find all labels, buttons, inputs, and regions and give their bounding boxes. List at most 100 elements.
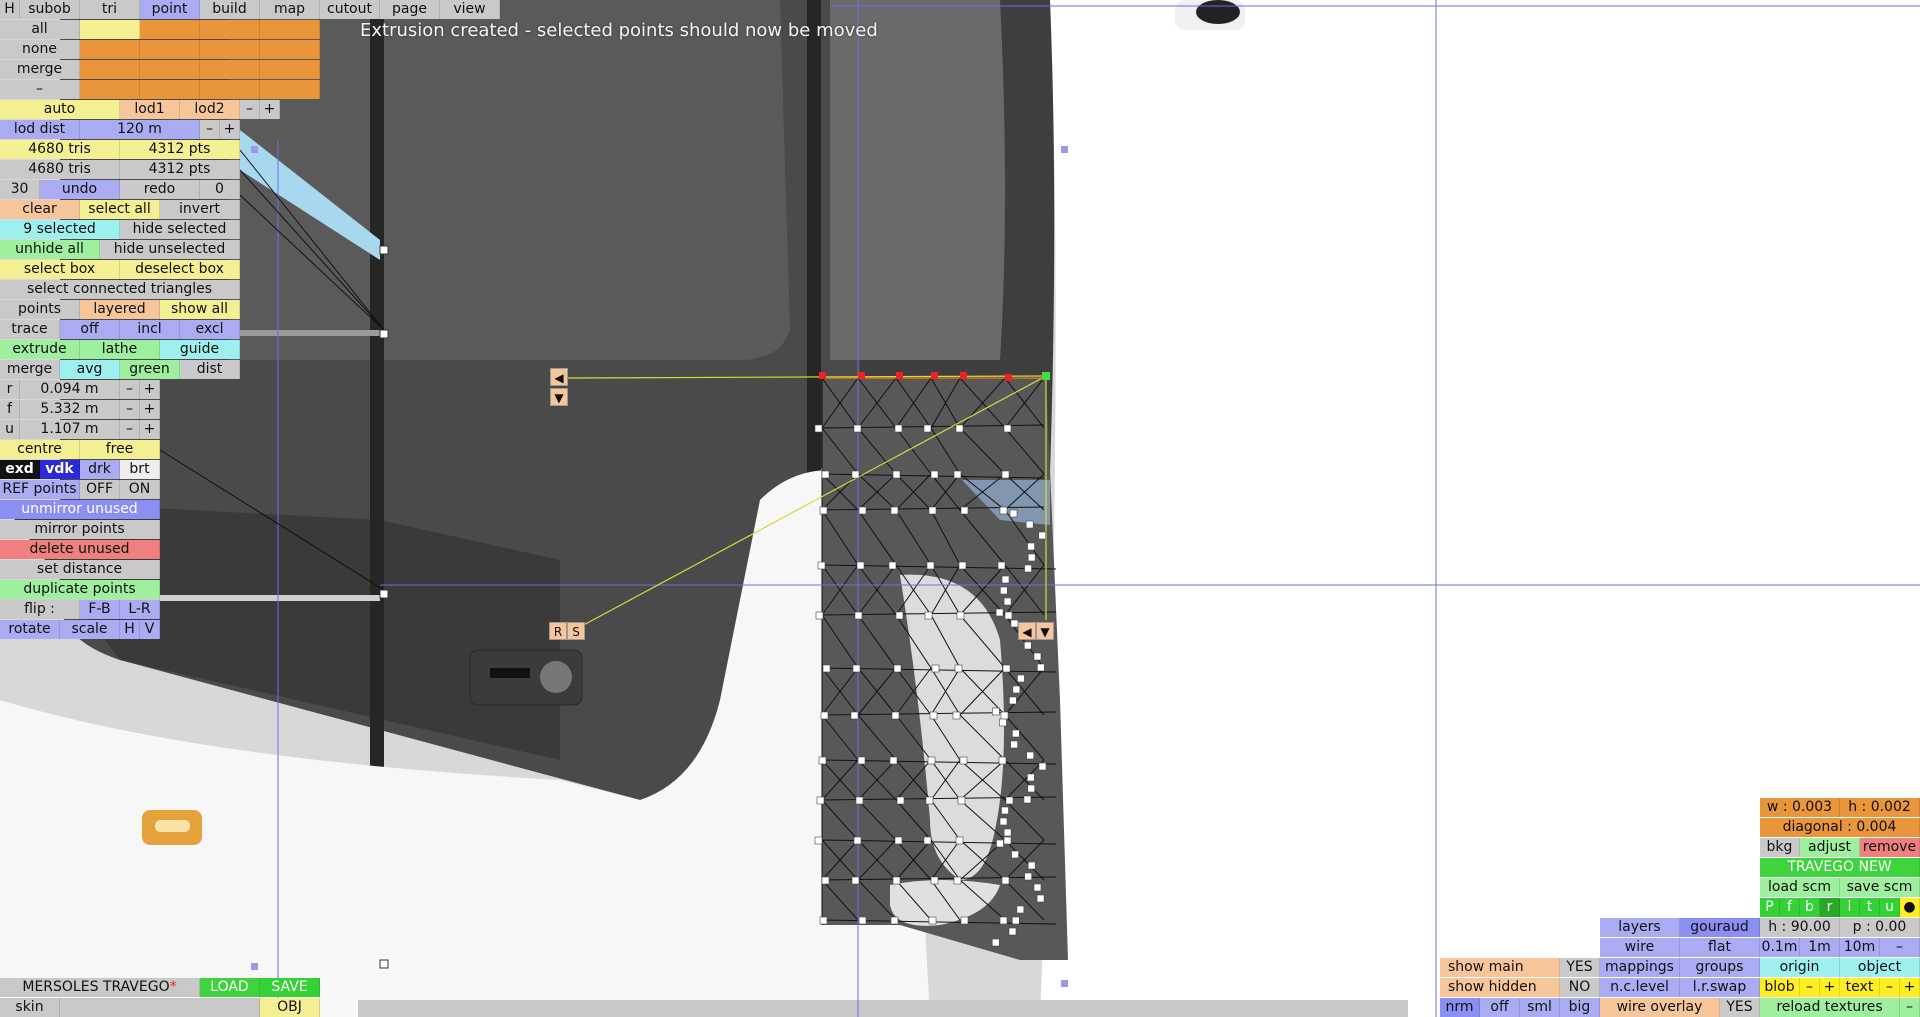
blob-button[interactable]: blob bbox=[1760, 978, 1800, 997]
v-button-transform[interactable]: V bbox=[140, 620, 160, 639]
view-f-button[interactable]: f bbox=[1780, 898, 1800, 917]
wire-overlay-toggle[interactable]: YES bbox=[1720, 998, 1760, 1017]
big-button[interactable]: big bbox=[1560, 998, 1600, 1017]
origin-button[interactable]: origin bbox=[1760, 958, 1840, 977]
tab-view[interactable]: view bbox=[440, 0, 500, 19]
sml-button[interactable]: sml bbox=[1520, 998, 1560, 1017]
layer-cell[interactable] bbox=[260, 20, 320, 39]
layer-cell[interactable] bbox=[80, 60, 140, 79]
layer-minus-button[interactable]: – bbox=[0, 80, 80, 99]
object-button[interactable]: object bbox=[1840, 958, 1920, 977]
r-minus-button[interactable]: – bbox=[120, 380, 140, 399]
undo-button[interactable]: undo bbox=[40, 180, 120, 199]
unmirror-unused-button[interactable]: unmirror unused bbox=[0, 500, 160, 519]
skin-field[interactable] bbox=[60, 998, 260, 1017]
flip-lr-button[interactable]: L-R bbox=[120, 600, 160, 619]
green-button[interactable]: green bbox=[120, 360, 180, 379]
free-button[interactable]: free bbox=[80, 440, 160, 459]
h-button-transform[interactable]: H bbox=[120, 620, 140, 639]
f-value[interactable]: 5.332 m bbox=[20, 400, 120, 419]
view-dot-button[interactable]: ● bbox=[1900, 898, 1920, 917]
move-down-handle-2[interactable]: ▼ bbox=[1036, 622, 1054, 640]
layer-cell[interactable] bbox=[260, 80, 320, 99]
rotate-button[interactable]: rotate bbox=[0, 620, 60, 639]
grid-10m-button[interactable]: 10m bbox=[1840, 938, 1880, 957]
view-t-button[interactable]: t bbox=[1860, 898, 1880, 917]
nc-level-button[interactable]: n.c.level bbox=[1600, 978, 1680, 997]
layered-button[interactable]: layered bbox=[80, 300, 160, 319]
lod-minus-button[interactable]: – bbox=[240, 100, 260, 119]
off-button[interactable]: off bbox=[1480, 998, 1520, 1017]
lathe-button[interactable]: lathe bbox=[80, 340, 160, 359]
guide-button[interactable]: guide bbox=[160, 340, 240, 359]
set-distance-button[interactable]: set distance bbox=[0, 560, 160, 579]
view-l-button[interactable]: l bbox=[1840, 898, 1860, 917]
rotate-handle[interactable]: R bbox=[549, 622, 567, 640]
centre-button[interactable]: centre bbox=[0, 440, 80, 459]
show-all-button[interactable]: show all bbox=[160, 300, 240, 319]
tab-map[interactable]: map bbox=[260, 0, 320, 19]
view-u-button[interactable]: u bbox=[1880, 898, 1900, 917]
move-down-handle[interactable]: ▼ bbox=[550, 388, 568, 406]
save-button[interactable]: SAVE bbox=[260, 978, 320, 997]
lod-dist-minus-button[interactable]: – bbox=[200, 120, 220, 139]
drk-button[interactable]: drk bbox=[80, 460, 120, 479]
groups-button[interactable]: groups bbox=[1680, 958, 1760, 977]
tab-page[interactable]: page bbox=[380, 0, 440, 19]
nrm-button[interactable]: nrm bbox=[1440, 998, 1480, 1017]
text-button[interactable]: text bbox=[1840, 978, 1880, 997]
layer-cell[interactable] bbox=[260, 40, 320, 59]
lr-swap-button[interactable]: l.r.swap bbox=[1680, 978, 1760, 997]
h-button[interactable]: H bbox=[0, 0, 20, 19]
move-left-handle-2[interactable]: ◀ bbox=[1018, 622, 1036, 640]
invert-button[interactable]: invert bbox=[160, 200, 240, 219]
scale-handle[interactable]: S bbox=[567, 622, 585, 640]
bkg-button[interactable]: bkg bbox=[1760, 838, 1800, 857]
show-hidden-toggle[interactable]: NO bbox=[1560, 978, 1600, 997]
layer-cell[interactable] bbox=[200, 20, 260, 39]
scale-button[interactable]: scale bbox=[60, 620, 120, 639]
avg-button[interactable]: avg bbox=[60, 360, 120, 379]
brt-button[interactable]: brt bbox=[120, 460, 160, 479]
r-plus-button[interactable]: + bbox=[140, 380, 160, 399]
u-plus-button[interactable]: + bbox=[140, 420, 160, 439]
tab-subob[interactable]: subob bbox=[20, 0, 80, 19]
load-button[interactable]: LOAD bbox=[200, 978, 260, 997]
mirror-points-button[interactable]: mirror points bbox=[0, 520, 160, 539]
p-angle-readout[interactable]: p : 0.00 bbox=[1840, 918, 1920, 937]
exd-button[interactable]: exd bbox=[0, 460, 40, 479]
lod1-button[interactable]: lod1 bbox=[120, 100, 180, 119]
select-all-button[interactable]: select all bbox=[80, 200, 160, 219]
grid-1m-button[interactable]: 1m bbox=[1800, 938, 1840, 957]
f-minus-button[interactable]: – bbox=[120, 400, 140, 419]
layer-cell[interactable] bbox=[80, 20, 140, 39]
wire-button[interactable]: wire bbox=[1600, 938, 1680, 957]
flip-fb-button[interactable]: F-B bbox=[80, 600, 120, 619]
layer-cell[interactable] bbox=[140, 80, 200, 99]
extrude-button[interactable]: extrude bbox=[0, 340, 80, 359]
text-plus-button[interactable]: + bbox=[1900, 978, 1920, 997]
lod-auto-button[interactable]: auto bbox=[0, 100, 120, 119]
h-angle-readout[interactable]: h : 90.00 bbox=[1760, 918, 1840, 937]
layer-cell[interactable] bbox=[140, 20, 200, 39]
deselect-box-button[interactable]: deselect box bbox=[120, 260, 240, 279]
layer-cell[interactable] bbox=[200, 40, 260, 59]
vdk-button[interactable]: vdk bbox=[40, 460, 80, 479]
lod-plus-button[interactable]: + bbox=[260, 100, 280, 119]
layer-cell[interactable] bbox=[200, 60, 260, 79]
blob-plus-button[interactable]: + bbox=[1820, 978, 1840, 997]
remove-button[interactable]: remove bbox=[1860, 838, 1920, 857]
layer-cell[interactable] bbox=[140, 60, 200, 79]
layer-none-button[interactable]: none bbox=[0, 40, 80, 59]
points-button[interactable]: points bbox=[0, 300, 80, 319]
mappings-button[interactable]: mappings bbox=[1600, 958, 1680, 977]
lod-dist-plus-button[interactable]: + bbox=[220, 120, 240, 139]
save-scm-button[interactable]: save scm bbox=[1840, 878, 1920, 897]
layers-button[interactable]: layers bbox=[1600, 918, 1680, 937]
merge-button[interactable]: merge bbox=[0, 360, 60, 379]
tab-cutout[interactable]: cutout bbox=[320, 0, 380, 19]
flat-button[interactable]: flat bbox=[1680, 938, 1760, 957]
layer-cell[interactable] bbox=[260, 60, 320, 79]
clear-button[interactable]: clear bbox=[0, 200, 80, 219]
3d-viewport[interactable] bbox=[0, 0, 1920, 1017]
